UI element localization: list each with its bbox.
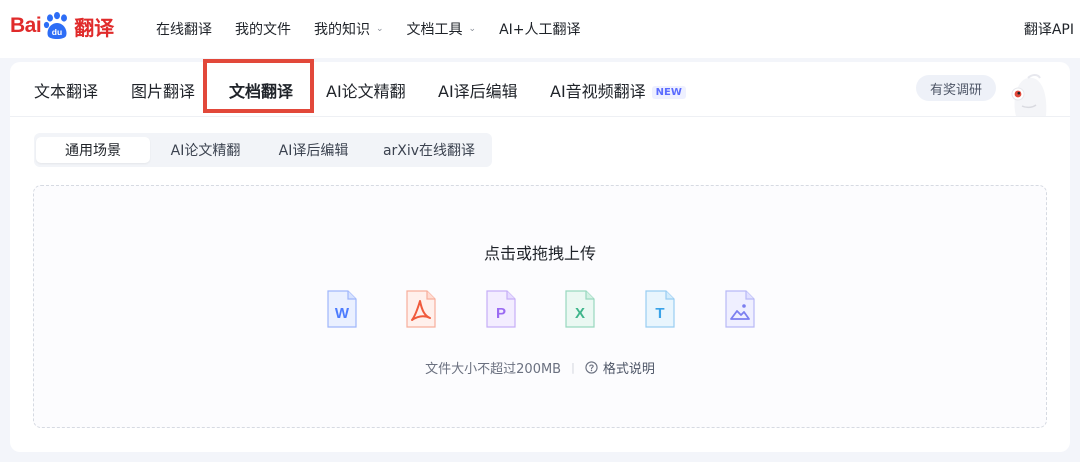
nav-my-knowledge[interactable]: 我的知识 ⌄ <box>314 19 384 39</box>
subtab-ai-post-edit[interactable]: AI译后编辑 <box>261 137 366 163</box>
nav-item-label: 我的知识 <box>314 22 370 38</box>
tab-label: AI音视频翻译 <box>550 82 646 101</box>
svg-text:W: W <box>335 305 350 322</box>
logo-fanyi-text: 翻译 <box>74 15 115 40</box>
nav-doc-tools[interactable]: 文档工具 ⌄ <box>407 19 477 39</box>
logo-text: Bai <box>10 14 42 37</box>
format-help-link[interactable]: 格式说明 <box>585 358 655 377</box>
nav-item-label: 我的文件 <box>235 22 291 38</box>
ppt-file-icon: P <box>486 290 516 328</box>
nav-item-label: 文档工具 <box>406 22 463 38</box>
baidu-translate-logo[interactable]: Bai du 翻译 <box>10 10 114 42</box>
svg-text:du: du <box>52 27 62 37</box>
top-nav: 在线翻译 我的文件 我的知识 ⌄ 文档工具 ⌄ AI+人工翻译 <box>156 0 604 58</box>
top-bar: Bai du 翻译 在线翻译 我的文件 我的知识 ⌄ 文档工具 ⌄ AI+人工翻… <box>0 0 1080 58</box>
svg-text:P: P <box>496 305 506 322</box>
divider: | <box>571 361 575 374</box>
file-size-limit: 文件大小不超过200MB <box>425 362 562 377</box>
main-card: 文本翻译 图片翻译 文档翻译 AI论文精翻 AI译后编辑 AI音视频翻译 NEW … <box>10 59 1070 452</box>
question-circle-icon <box>585 361 598 374</box>
word-file-icon: W <box>327 290 357 328</box>
survey-button[interactable]: 有奖调研 <box>916 75 996 101</box>
nav-item-label: AI+人工翻译 <box>499 22 581 38</box>
subtab-general-scene[interactable]: 通用场景 <box>36 137 150 163</box>
nav-online-translate[interactable]: 在线翻译 <box>156 19 212 39</box>
baidu-paw-icon: du <box>44 12 68 39</box>
subtab-arxiv-translate[interactable]: arXiv在线翻译 <box>370 137 488 163</box>
upload-dropzone[interactable]: 点击或拖拽上传 W P X T 文件大小不超过200MB | 格式说明 <box>33 185 1047 428</box>
tab-ai-post-edit[interactable]: AI译后编辑 <box>438 78 518 102</box>
sub-tabs: 通用场景 AI论文精翻 AI译后编辑 arXiv在线翻译 <box>34 133 492 167</box>
nav-my-files[interactable]: 我的文件 <box>235 19 291 39</box>
chevron-down-icon: ⌄ <box>468 24 477 34</box>
svg-text:X: X <box>575 305 585 322</box>
new-badge: NEW <box>651 86 686 99</box>
svg-text:T: T <box>655 305 664 322</box>
upload-title: 点击或拖拽上传 <box>483 244 596 263</box>
image-file-icon <box>725 290 755 328</box>
upload-note: 文件大小不超过200MB | 格式说明 <box>34 358 1046 377</box>
translate-api-link[interactable]: 翻译API <box>1024 19 1074 39</box>
tab-ai-av-translate[interactable]: AI音视频翻译 NEW <box>550 78 686 102</box>
main-tabs: 文本翻译 图片翻译 文档翻译 AI论文精翻 AI译后编辑 AI音视频翻译 NEW … <box>10 59 1070 117</box>
chevron-down-icon: ⌄ <box>376 24 384 34</box>
subtab-ai-paper[interactable]: AI论文精翻 <box>154 137 257 163</box>
tab-text-translate[interactable]: 文本翻译 <box>34 78 98 102</box>
tab-image-translate[interactable]: 图片翻译 <box>131 78 195 102</box>
highlight-annotation-box <box>203 59 314 113</box>
excel-file-icon: X <box>565 290 595 328</box>
format-help-label: 格式说明 <box>602 362 655 377</box>
txt-file-icon: T <box>645 290 675 328</box>
mascot-icon <box>1011 74 1047 116</box>
nav-ai-human-translate[interactable]: AI+人工翻译 <box>499 19 580 39</box>
nav-item-label: 在线翻译 <box>156 22 212 38</box>
tab-ai-paper-translate[interactable]: AI论文精翻 <box>326 78 406 102</box>
pdf-file-icon <box>406 290 436 328</box>
